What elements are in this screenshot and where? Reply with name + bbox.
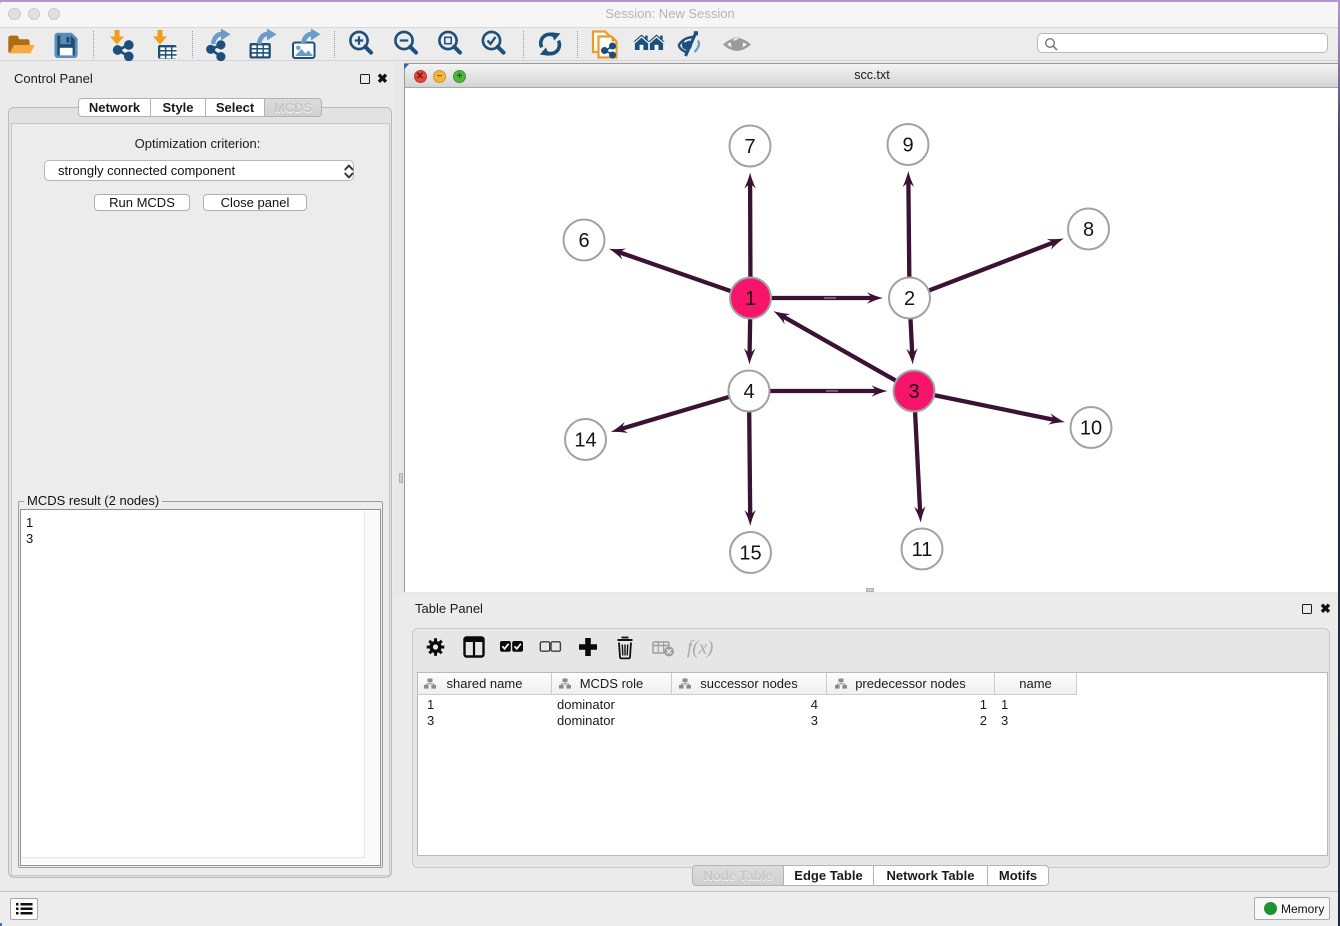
svg-text:2: 2 [904,288,915,310]
svg-text:14: 14 [574,430,596,452]
svg-text:7: 7 [744,136,755,158]
svg-text:11: 11 [912,539,933,561]
svg-text:10: 10 [1080,418,1102,440]
svg-text:f(x): f(x) [687,638,713,659]
svg-text:4: 4 [743,381,754,403]
svg-text:6: 6 [578,230,589,252]
svg-text:15: 15 [739,543,761,565]
svg-text:1: 1 [745,288,756,310]
svg-text:3: 3 [908,381,919,403]
svg-text:9: 9 [902,135,913,157]
svg-text:8: 8 [1083,219,1094,241]
